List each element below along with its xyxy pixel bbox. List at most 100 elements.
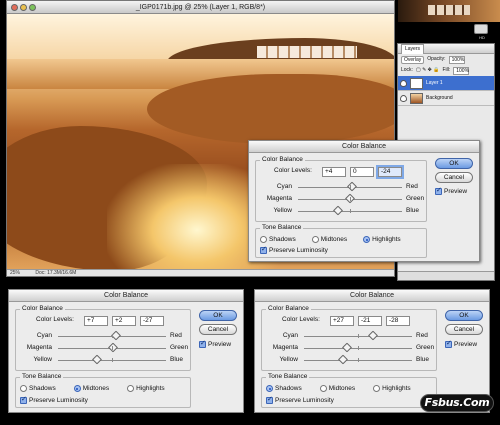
radio-button[interactable] bbox=[319, 385, 327, 392]
slider-right-label: Green bbox=[406, 195, 425, 202]
slider-row: Cyan Red bbox=[256, 181, 426, 192]
slider-thumb[interactable] bbox=[110, 330, 121, 341]
dialog-title[interactable]: Color Balance bbox=[249, 141, 479, 153]
slider-track[interactable] bbox=[304, 330, 412, 341]
slider-track[interactable] bbox=[298, 193, 402, 204]
minimize-window-icon[interactable] bbox=[20, 4, 27, 11]
preview-checkbox[interactable]: Preview bbox=[199, 339, 231, 348]
zoom-window-icon[interactable] bbox=[29, 4, 36, 11]
radio-midtones[interactable]: Midtones bbox=[319, 385, 355, 392]
radio-button[interactable] bbox=[260, 236, 267, 243]
layer-thumbnail bbox=[410, 92, 423, 104]
slider-row: Cyan Red bbox=[262, 330, 436, 341]
level-field-cyan-red[interactable]: +4 bbox=[322, 167, 346, 177]
blend-row: Overlay Opacity: 100% bbox=[398, 54, 494, 65]
ok-button[interactable]: OK bbox=[435, 158, 473, 169]
level-field-magenta-green[interactable]: +2 bbox=[112, 316, 136, 326]
slider-row: Yellow Blue bbox=[262, 354, 436, 365]
radio-button[interactable] bbox=[20, 385, 27, 392]
checkbox-icon[interactable] bbox=[435, 186, 442, 195]
slider-track[interactable] bbox=[58, 354, 166, 365]
radio-midtones[interactable]: Midtones bbox=[311, 236, 347, 243]
preserve-luminosity-checkbox[interactable]: Preserve Luminosity bbox=[266, 395, 334, 404]
slider-thumb[interactable] bbox=[332, 205, 343, 216]
slider-left-label: Magenta bbox=[272, 344, 298, 351]
radio-highlights[interactable]: Highlights bbox=[127, 385, 165, 392]
dialog-title[interactable]: Color Balance bbox=[9, 290, 243, 302]
ok-button[interactable]: OK bbox=[199, 310, 237, 321]
preserve-luminosity-checkbox[interactable]: Preserve Luminosity bbox=[20, 395, 88, 404]
cancel-button[interactable]: Cancel bbox=[199, 324, 237, 335]
slider-thumb[interactable] bbox=[337, 354, 348, 365]
slider-thumb[interactable] bbox=[347, 181, 358, 192]
level-field-yellow-blue[interactable]: -28 bbox=[386, 316, 410, 326]
eye-icon[interactable] bbox=[400, 94, 407, 102]
level-field-yellow-blue[interactable]: -24 bbox=[376, 165, 404, 179]
radio-shadows[interactable]: Shadows bbox=[260, 236, 296, 243]
level-field-cyan-red[interactable]: +27 bbox=[330, 316, 354, 326]
ok-button[interactable]: OK bbox=[445, 310, 483, 321]
level-field-magenta-green[interactable]: -21 bbox=[358, 316, 382, 326]
tab-layers[interactable]: Layers bbox=[401, 44, 425, 54]
cancel-button[interactable]: Cancel bbox=[435, 172, 473, 183]
layer-row[interactable]: Layer 1 bbox=[398, 76, 494, 91]
preserve-luminosity-checkbox[interactable]: Preserve Luminosity bbox=[260, 245, 328, 254]
cancel-button[interactable]: Cancel bbox=[445, 324, 483, 335]
hard-drive-icon[interactable] bbox=[474, 24, 488, 34]
eye-icon[interactable] bbox=[400, 79, 407, 87]
slider-thumb[interactable] bbox=[108, 342, 119, 353]
layers-panel-header: Layers bbox=[398, 44, 494, 54]
radio-button[interactable] bbox=[363, 236, 371, 243]
radio-button[interactable] bbox=[266, 385, 273, 392]
color-balance-group: Color Balance Color Levels: +4 0 -24 Cya… bbox=[255, 156, 427, 222]
radio-midtones[interactable]: Midtones bbox=[73, 385, 109, 392]
layer-row[interactable]: Background bbox=[398, 91, 494, 106]
color-levels-label: Color Levels: bbox=[282, 316, 320, 323]
slider-track[interactable] bbox=[58, 342, 166, 353]
radio-highlights[interactable]: Highlights bbox=[363, 236, 401, 243]
slider-right-label: Blue bbox=[406, 207, 420, 214]
preview-checkbox[interactable]: Preview bbox=[435, 186, 467, 195]
slider-thumb[interactable] bbox=[367, 330, 378, 341]
checkbox-icon[interactable] bbox=[260, 245, 267, 254]
zoom-level[interactable]: 25% bbox=[10, 270, 20, 276]
radio-button[interactable] bbox=[73, 385, 81, 392]
tone-balance-group: Tone Balance Shadows Midtones Highlights… bbox=[15, 373, 191, 408]
background-photo bbox=[398, 0, 500, 22]
slider-thumb[interactable] bbox=[341, 342, 352, 353]
radio-highlights[interactable]: Highlights bbox=[373, 385, 411, 392]
blend-mode-select[interactable]: Overlay bbox=[401, 55, 425, 64]
radio-shadows[interactable]: Shadows bbox=[20, 385, 56, 392]
slider-thumb[interactable] bbox=[345, 193, 355, 204]
document-titlebar[interactable]: _IGP0171b.jpg @ 25% (Layer 1, RGB/8*) bbox=[7, 1, 394, 14]
checkbox-icon[interactable] bbox=[20, 395, 27, 404]
slider-track[interactable] bbox=[304, 342, 412, 353]
document-status-bar: 25% Doc: 17.3M/16.6M bbox=[7, 269, 394, 276]
slider-thumb[interactable] bbox=[92, 354, 103, 365]
checkbox-icon[interactable] bbox=[199, 339, 206, 348]
radio-label: Highlights bbox=[136, 385, 165, 392]
radio-shadows[interactable]: Shadows bbox=[266, 385, 302, 392]
fill-field[interactable]: 100% bbox=[453, 66, 470, 75]
dialog-title[interactable]: Color Balance bbox=[255, 290, 489, 302]
slider-track[interactable] bbox=[298, 205, 402, 216]
radio-button[interactable] bbox=[373, 385, 381, 392]
slider-right-label: Green bbox=[170, 344, 189, 351]
close-window-icon[interactable] bbox=[11, 4, 18, 11]
color-levels-label: Color Levels: bbox=[36, 316, 74, 323]
slider-track[interactable] bbox=[58, 330, 166, 341]
radio-button[interactable] bbox=[311, 236, 319, 243]
slider-track[interactable] bbox=[298, 181, 402, 192]
level-field-magenta-green[interactable]: 0 bbox=[350, 167, 374, 177]
checkbox-icon[interactable] bbox=[445, 339, 452, 348]
level-field-cyan-red[interactable]: +7 bbox=[84, 316, 108, 326]
lock-icons[interactable]: ▢ ✎ ✥ 🔒 bbox=[416, 66, 440, 75]
level-field-yellow-blue[interactable]: -27 bbox=[140, 316, 164, 326]
slider-track[interactable] bbox=[304, 354, 412, 365]
checkbox-icon[interactable] bbox=[266, 395, 273, 404]
opacity-field[interactable]: 100% bbox=[448, 55, 465, 64]
lock-label: Lock: bbox=[401, 67, 413, 73]
radio-button[interactable] bbox=[127, 385, 135, 392]
preview-checkbox[interactable]: Preview bbox=[445, 339, 478, 348]
checkbox-label: Preview bbox=[454, 341, 478, 348]
